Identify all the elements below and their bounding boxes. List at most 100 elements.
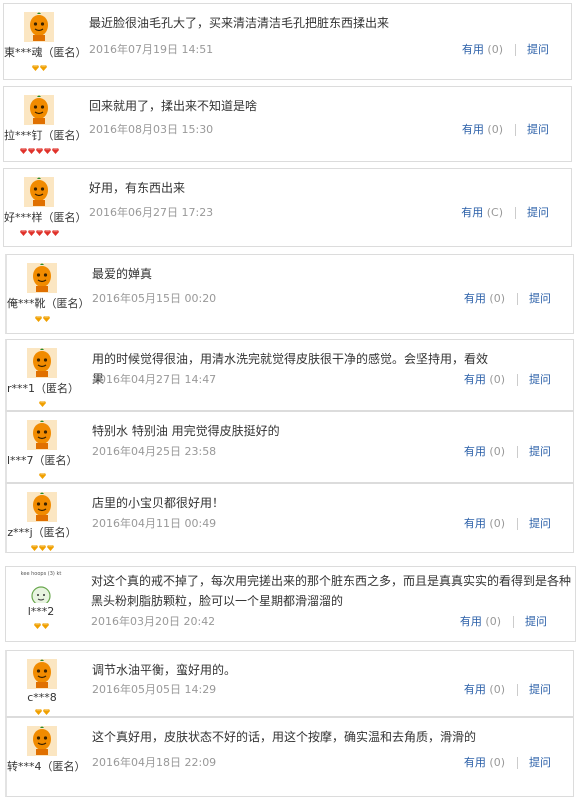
useful-button[interactable]: 有用 [464, 756, 490, 769]
avatar[interactable] [27, 263, 57, 293]
review-text: 这个真好用，皮肤状态不好的话，用这个按摩，确实温和去角质，滑滑的 [92, 730, 477, 744]
useful-count: (0) [489, 756, 505, 769]
review-date: 2016年07月19日 14:51 [89, 43, 214, 56]
useful-count: (0) [489, 517, 505, 530]
action-divider [514, 44, 516, 56]
useful-count: (0) [489, 445, 505, 458]
avatar[interactable] [27, 659, 57, 689]
useful-button[interactable]: 有用 [462, 43, 488, 56]
red-gem-badge-icon [43, 230, 51, 236]
useful-button[interactable]: 有用 [464, 445, 490, 458]
action-divider [514, 207, 516, 219]
reviewer-info: 好***样（匿名） [4, 177, 87, 236]
reviewer-info: l***7（匿名） [7, 420, 78, 479]
ask-button[interactable]: 提问 [529, 517, 551, 530]
useful-count: (0) [487, 123, 503, 136]
reviewer-name[interactable]: c***8 [7, 691, 77, 704]
red-gem-badge-icon [27, 148, 35, 154]
ask-button[interactable]: 提问 [529, 373, 551, 386]
ask-button[interactable]: 提问 [529, 756, 551, 769]
useful-button[interactable]: 有用 [464, 373, 490, 386]
useful-button[interactable]: 有用 [460, 615, 486, 628]
review-item: l***7（匿名） 特别水 特别油 用完觉得皮肤挺好的 2016年04月25日 … [5, 411, 574, 483]
ask-button[interactable]: 提问 [529, 292, 551, 305]
reviewer-level-badges [7, 314, 77, 322]
review-text: 店里的小宝贝都很好用！ [92, 496, 225, 510]
reviewer-level-badges [7, 399, 77, 407]
red-gem-badge-icon [19, 230, 27, 236]
review-actions: 有用 (0) 提问 [464, 515, 551, 531]
reviewer-info: c***8 [7, 659, 77, 715]
reviewer-name[interactable]: 東***魂（匿名） [4, 44, 87, 60]
useful-count: (C) [486, 206, 503, 219]
avatar[interactable] [27, 420, 57, 450]
action-divider [512, 616, 514, 628]
reviewer-info: kee hoops (3) kt l***2 [6, 571, 76, 629]
review-date: 2016年04月27日 14:47 [92, 373, 217, 386]
action-divider [516, 518, 518, 530]
ask-button[interactable]: 提问 [527, 43, 549, 56]
ask-button[interactable]: 提问 [527, 206, 549, 219]
reviewer-name[interactable]: 俺***靴（匿名） [7, 295, 90, 311]
action-divider [514, 124, 516, 136]
useful-button[interactable]: 有用 [464, 683, 490, 696]
review-actions: 有用 (0) 提问 [462, 41, 549, 57]
review-actions: 有用 (0) 提问 [464, 443, 551, 459]
review-actions: 有用 (C) 提问 [461, 204, 549, 220]
avatar[interactable] [24, 177, 54, 207]
reviewer-name[interactable]: 好***样（匿名） [4, 209, 87, 225]
useful-button[interactable]: 有用 [464, 292, 490, 305]
review-actions: 有用 (0) 提问 [464, 290, 551, 306]
review-item: 拉***钉（匿名） 回来就用了，揉出来不知道是啥 2016年08月03日 15:… [3, 86, 572, 162]
avatar[interactable] [27, 726, 57, 756]
reviewer-info: r***1（匿名） [7, 348, 79, 407]
yellow-gem-badge-icon [41, 623, 49, 629]
avatar[interactable] [24, 95, 54, 125]
avatar[interactable] [24, 12, 54, 42]
red-gem-badge-icon [51, 230, 59, 236]
reviewer-name[interactable]: z***j（匿名） [7, 524, 77, 540]
reviewer-name[interactable]: r***1（匿名） [7, 380, 79, 396]
action-divider [516, 757, 518, 769]
useful-count: (0) [487, 43, 503, 56]
review-item: r***1（匿名） 用的时候觉得很油，用清水洗完就觉得皮肤很干净的感觉。会坚持用… [5, 339, 574, 411]
reviewer-name[interactable]: 转***4（匿名） [7, 758, 86, 774]
yellow-gem-badge-icon [38, 401, 46, 407]
review-item: c***8 调节水油平衡，蛮好用的。 2016年05月05日 14:29 有用 … [5, 650, 574, 717]
avatar[interactable] [27, 492, 57, 522]
reviewer-info: 東***魂（匿名） [4, 12, 87, 71]
useful-button[interactable]: 有用 [461, 206, 487, 219]
avatar[interactable] [27, 348, 57, 378]
review-actions: 有用 (0) 提问 [462, 121, 549, 137]
reviewer-info: 俺***靴（匿名） [7, 263, 90, 322]
reviewer-level-badges [7, 777, 77, 785]
useful-button[interactable]: 有用 [464, 517, 490, 530]
review-text: 特别水 特别油 用完觉得皮肤挺好的 [92, 424, 280, 438]
ask-button[interactable]: 提问 [527, 123, 549, 136]
useful-count: (0) [485, 615, 501, 628]
yellow-gem-badge-icon [31, 65, 39, 71]
reviewer-name[interactable]: l***2 [6, 605, 76, 618]
yellow-gem-badge-icon [46, 545, 54, 551]
ask-button[interactable]: 提问 [529, 683, 551, 696]
reviewer-level-badges [7, 707, 77, 715]
reviewer-info: 转***4（匿名） [7, 726, 86, 785]
review-text: 对这个真的戒不掉了，每次用完搓出来的那个脏东西之多，而且是真真实实的看得到是各种… [91, 574, 572, 608]
review-item: z***j（匿名） 店里的小宝贝都很好用！ 2016年04月11日 00:49 … [5, 483, 574, 553]
review-date: 2016年04月25日 23:58 [92, 445, 217, 458]
red-gem-badge-icon [19, 148, 27, 154]
useful-button[interactable]: 有用 [462, 123, 488, 136]
action-divider [516, 684, 518, 696]
reviewer-level-badges [7, 471, 77, 479]
red-gem-badge-icon [35, 148, 43, 154]
ask-button[interactable]: 提问 [525, 615, 547, 628]
review-actions: 有用 (0) 提问 [464, 371, 551, 387]
avatar[interactable] [24, 577, 58, 603]
action-divider [516, 374, 518, 386]
yellow-gem-badge-icon [34, 709, 42, 715]
action-divider [516, 293, 518, 305]
reviewer-info: 拉***钉（匿名） [4, 95, 87, 154]
reviewer-name[interactable]: 拉***钉（匿名） [4, 127, 87, 143]
reviewer-name[interactable]: l***7（匿名） [7, 452, 78, 468]
ask-button[interactable]: 提问 [529, 445, 551, 458]
